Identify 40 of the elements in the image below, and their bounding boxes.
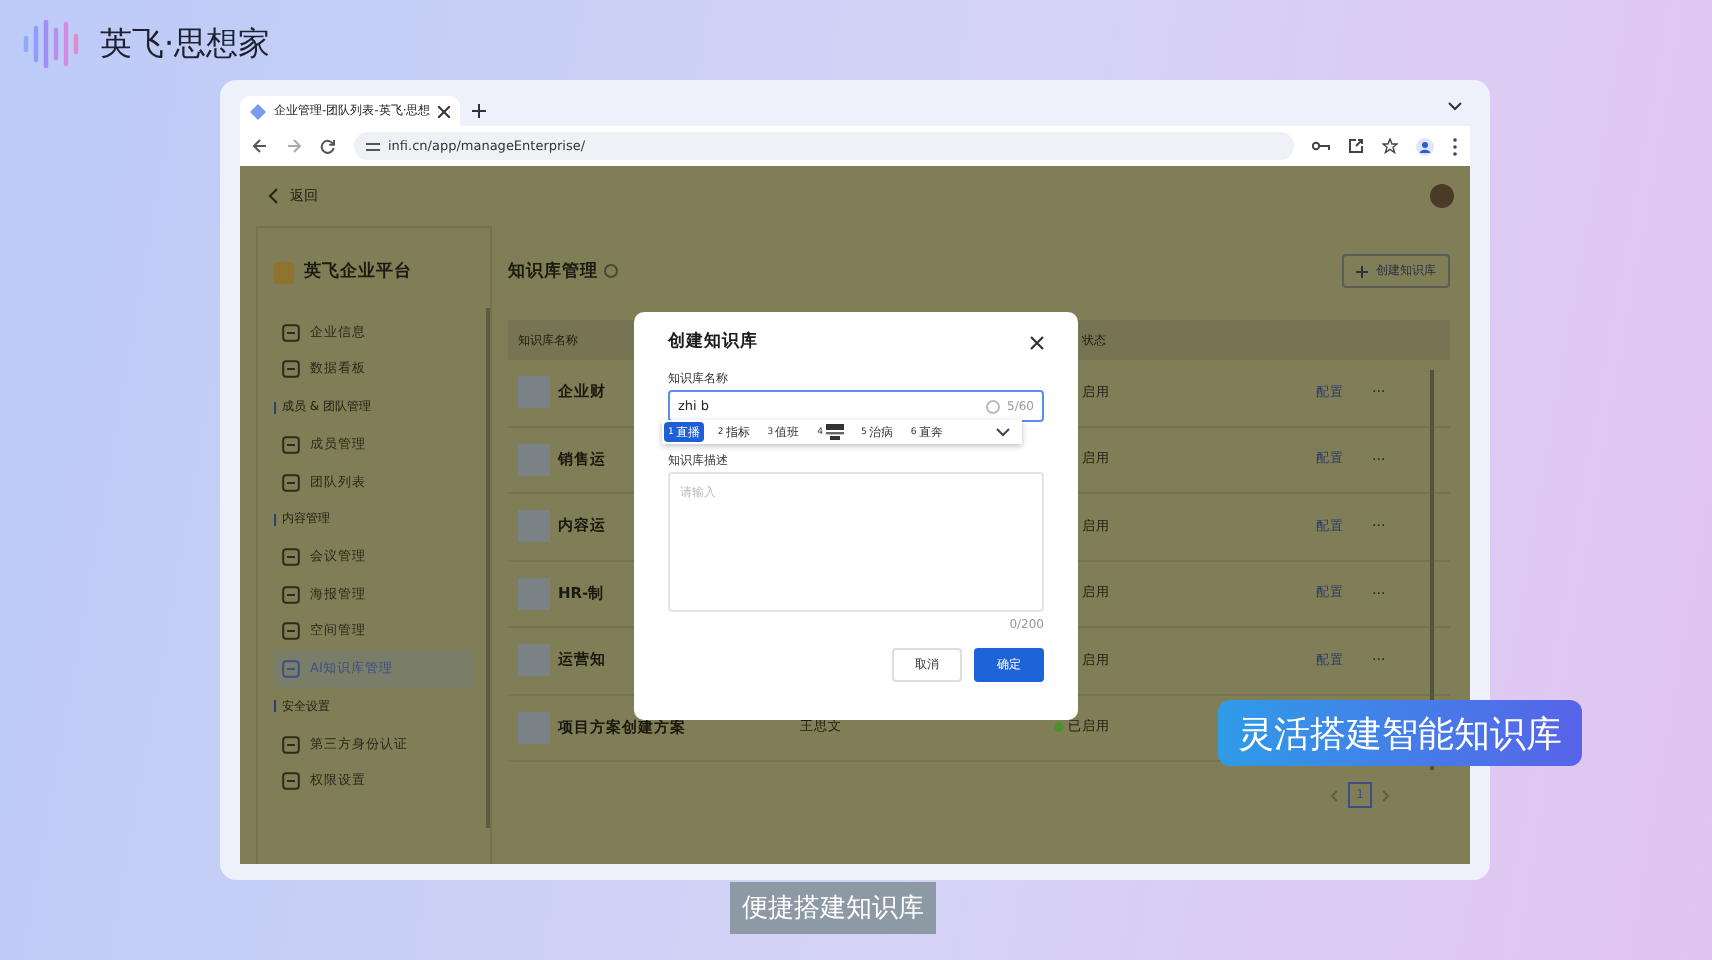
- document-thumbnail: [518, 644, 550, 677]
- avatar[interactable]: [1430, 184, 1454, 208]
- favicon-icon: [250, 103, 266, 119]
- company-logo-icon: [274, 261, 294, 283]
- profile-icon[interactable]: [1416, 137, 1434, 155]
- share-icon[interactable]: [1348, 138, 1364, 154]
- menu-item-icon: [282, 548, 300, 567]
- more-vertical-icon[interactable]: [1452, 137, 1458, 155]
- menu-item-icon: [282, 360, 300, 379]
- menu-item-icon: [282, 735, 300, 754]
- document-thumbnail: [518, 577, 550, 610]
- star-icon[interactable]: [1382, 138, 1398, 154]
- close-icon[interactable]: [1030, 335, 1044, 349]
- document-thumbnail: [518, 711, 550, 744]
- menu-item-icon: [282, 435, 300, 454]
- close-icon[interactable]: [438, 105, 450, 117]
- document-thumbnail: [518, 510, 550, 543]
- brand-name: 英飞·思想家: [100, 23, 271, 65]
- menu-item-icon: [282, 323, 300, 342]
- chevron-down-icon[interactable]: [1448, 102, 1462, 112]
- chevron-down-icon[interactable]: [996, 428, 1010, 438]
- menu-item-icon: [282, 622, 300, 641]
- document-thumbnail: [518, 443, 550, 476]
- site-settings-icon: [366, 139, 380, 153]
- key-icon[interactable]: [1312, 140, 1330, 152]
- page-title: 知识库管理: [508, 259, 598, 283]
- dialog-title: 创建知识库: [668, 330, 758, 354]
- plus-icon: [1356, 265, 1368, 277]
- document-thumbnail: [518, 376, 550, 409]
- subtitle-caption: 便捷搭建知识库: [730, 882, 936, 934]
- new-tab-icon[interactable]: [472, 104, 486, 118]
- menu-item-icon: [282, 772, 300, 791]
- platform-title: 英飞企业平台: [304, 260, 412, 284]
- menu-item-icon: [282, 473, 300, 492]
- back-arrow-icon[interactable]: [252, 138, 268, 154]
- menu-item-icon: [282, 659, 300, 678]
- chevron-left-icon: [268, 188, 278, 204]
- caption-banner: 灵活搭建智能知识库: [1218, 700, 1582, 766]
- reload-icon[interactable]: [320, 138, 336, 154]
- menu-item-icon: [282, 585, 300, 604]
